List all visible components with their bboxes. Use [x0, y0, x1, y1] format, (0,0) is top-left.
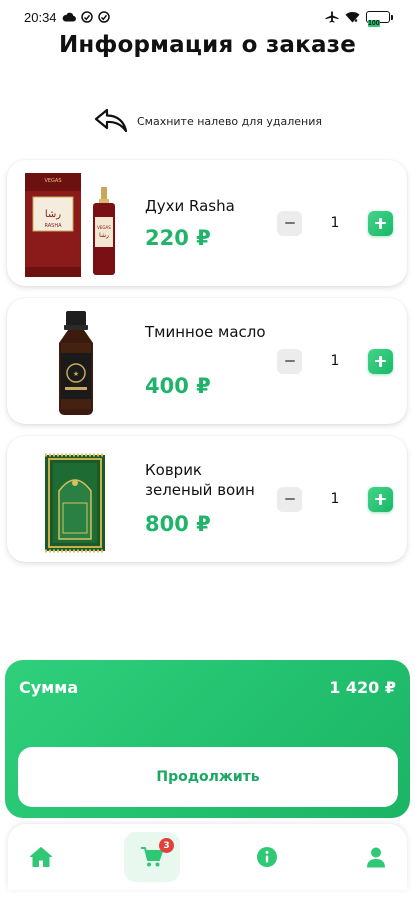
swipe-hint-text: Смахните налево для удаления: [136, 114, 323, 128]
product-price: 220 ₽: [145, 226, 211, 250]
order-item-card[interactable]: ★ Тминное масло 400 ₽ 1: [7, 298, 407, 424]
cart-badge: 3: [159, 838, 174, 853]
cloud-icon: [62, 12, 76, 22]
bottom-nav: 3: [8, 824, 407, 890]
quantity-value: 1: [330, 491, 340, 507]
nav-cart[interactable]: 3: [124, 832, 180, 882]
svg-text:رشا: رشا: [99, 232, 109, 239]
product-image: VEGAS رشا RASHA VEGAS رشا: [21, 166, 131, 280]
sum-label: Сумма: [19, 678, 79, 697]
continue-button[interactable]: Продолжить: [18, 747, 398, 807]
notification-icon: [80, 11, 93, 23]
decrease-quantity-button[interactable]: [277, 210, 302, 236]
product-image: [21, 442, 131, 556]
decrease-quantity-button[interactable]: [277, 486, 302, 512]
increase-quantity-button[interactable]: [368, 210, 393, 236]
svg-text:VEGAS: VEGAS: [44, 178, 61, 184]
product-price: 400 ₽: [145, 374, 211, 398]
decrease-quantity-button[interactable]: [277, 348, 302, 374]
minus-icon: [284, 498, 295, 500]
quantity-stepper: 1: [277, 348, 393, 374]
black-seed-oil-image: ★: [59, 311, 93, 415]
quantity-stepper: 1: [277, 486, 393, 512]
sum-total: 1 420 ₽: [329, 678, 396, 697]
product-name: Коврик зеленый воин: [145, 461, 255, 499]
product-name: Тминное масло: [145, 323, 266, 341]
page-title: Информация о заказе: [58, 32, 357, 58]
quantity-stepper: 1: [277, 210, 393, 236]
svg-text:VEGAS: VEGAS: [97, 225, 111, 230]
quantity-value: 1: [330, 353, 340, 369]
rasha-perfume-image: VEGAS رشا RASHA VEGAS رشا: [25, 173, 115, 277]
status-time: 20:34: [24, 9, 57, 25]
user-icon: [367, 847, 385, 868]
swipe-hint: Смахните налево для удаления: [0, 106, 415, 136]
swipe-back-arrow-icon: [94, 108, 128, 133]
info-icon: [257, 847, 277, 867]
order-item-card[interactable]: VEGAS رشا RASHA VEGAS رشا Духи Rasha 220…: [7, 160, 407, 286]
home-icon: [30, 847, 52, 867]
quantity-value: 1: [330, 215, 340, 231]
minus-icon: [284, 360, 295, 362]
status-bar: 20:34 100: [0, 0, 415, 34]
minus-icon: [284, 222, 295, 224]
battery-level: 100: [368, 20, 380, 27]
product-price: 800 ₽: [145, 512, 211, 536]
wifi-icon: [345, 11, 360, 23]
increase-quantity-button[interactable]: [368, 486, 393, 512]
svg-text:رشا: رشا: [45, 209, 61, 220]
product-image: ★: [21, 304, 131, 418]
airplane-icon: [325, 11, 339, 23]
notification-icon-2: [97, 11, 110, 23]
green-prayer-rug-image: [45, 453, 105, 553]
status-right: 100: [325, 11, 393, 27]
product-name: Духи Rasha: [145, 197, 235, 215]
order-summary-panel: Сумма 1 420 ₽ Продолжить: [5, 660, 410, 818]
order-item-card[interactable]: Коврик зеленый воин 800 ₽ 1: [7, 436, 407, 562]
status-left: 20:34: [24, 10, 110, 25]
increase-quantity-button[interactable]: [368, 348, 393, 374]
battery-icon: 100: [366, 11, 393, 27]
svg-text:★: ★: [73, 370, 79, 378]
svg-text:RASHA: RASHA: [44, 223, 62, 229]
nav-info[interactable]: [239, 832, 295, 882]
nav-home[interactable]: [13, 832, 69, 882]
nav-profile[interactable]: [348, 832, 404, 882]
